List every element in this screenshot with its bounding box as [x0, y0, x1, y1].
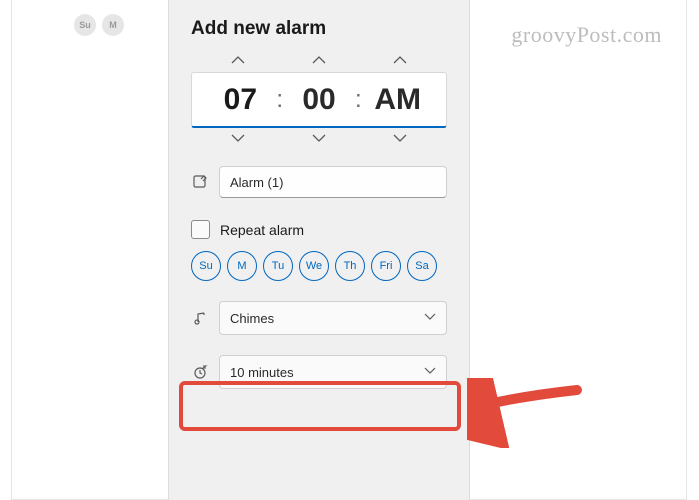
snooze-row: 10 minutes	[191, 355, 447, 389]
day-m[interactable]: M	[227, 251, 257, 281]
chevron-down-icon	[424, 366, 436, 378]
ampm-up-button[interactable]	[370, 54, 430, 68]
music-note-icon	[191, 309, 209, 327]
repeat-label: Repeat alarm	[220, 222, 304, 238]
time-down-arrows	[191, 132, 447, 146]
chevron-down-icon	[424, 312, 436, 324]
day-selector: Su M Tu We Th Fri Sa	[191, 251, 447, 281]
sound-select[interactable]: Chimes	[219, 301, 447, 335]
bg-day-m: M	[102, 14, 124, 36]
time-colon: :	[276, 86, 283, 114]
day-we[interactable]: We	[299, 251, 329, 281]
alarm-name-row	[191, 166, 447, 198]
time-colon-2: :	[355, 86, 362, 114]
day-th[interactable]: Th	[335, 251, 365, 281]
time-picker[interactable]: 07 : 00 : AM	[191, 72, 447, 128]
minute-value[interactable]: 00	[289, 83, 349, 117]
sound-value: Chimes	[230, 311, 274, 326]
repeat-row: Repeat alarm	[191, 220, 447, 239]
minute-down-button[interactable]	[289, 132, 349, 146]
annotation-arrow	[467, 378, 597, 448]
day-su[interactable]: Su	[191, 251, 221, 281]
app-frame: Su M groovyPost.com Add new alarm 07 : 0…	[11, 0, 687, 500]
bg-day-su: Su	[74, 14, 96, 36]
time-up-arrows	[191, 54, 447, 68]
snooze-value: 10 minutes	[230, 365, 294, 380]
sound-row: Chimes	[191, 301, 447, 335]
snooze-icon	[191, 363, 209, 381]
panel-title: Add new alarm	[191, 18, 447, 40]
ampm-down-button[interactable]	[370, 132, 430, 146]
ampm-value[interactable]: AM	[368, 83, 428, 117]
day-fr[interactable]: Fri	[371, 251, 401, 281]
alarm-name-input[interactable]	[219, 166, 447, 198]
snooze-select[interactable]: 10 minutes	[219, 355, 447, 389]
repeat-checkbox[interactable]	[191, 220, 210, 239]
day-tu[interactable]: Tu	[263, 251, 293, 281]
hour-value[interactable]: 07	[210, 83, 270, 117]
watermark-text: groovyPost.com	[511, 22, 662, 48]
minute-up-button[interactable]	[289, 54, 349, 68]
hour-down-button[interactable]	[208, 132, 268, 146]
hour-up-button[interactable]	[208, 54, 268, 68]
day-sa[interactable]: Sa	[407, 251, 437, 281]
add-alarm-panel: Add new alarm 07 : 00 : AM	[168, 0, 470, 500]
background-day-pills: Su M	[74, 14, 124, 36]
edit-icon	[191, 173, 209, 191]
